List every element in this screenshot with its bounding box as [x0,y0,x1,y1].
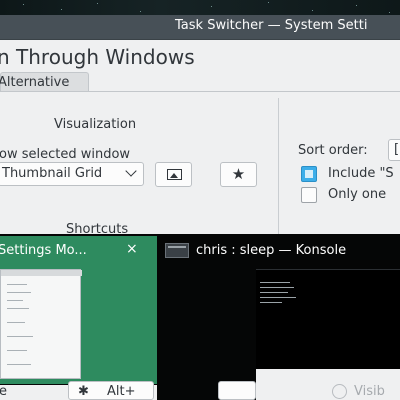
window-title: Task Switcher — System Setti [175,18,368,33]
get-new-layouts-button[interactable]: ★ [220,162,257,187]
desktop-background [0,0,400,15]
shortcut-label-fragment: e [0,384,7,399]
window-thumbnail [0,269,82,379]
sort-order-combobox[interactable]: [ [388,139,400,161]
titlebar-divider [0,39,400,40]
clear-shortcut-button[interactable] [218,381,256,400]
visualization-heading: Visualization [54,117,137,132]
layout-value: Thumbnail Grid [2,166,103,181]
image-icon [167,169,182,180]
star-icon: ★ [231,165,246,183]
visible-label-fragment: Visib [354,384,385,399]
switcher-item-title[interactable]: chris : sleep — Konsole [196,243,346,258]
switcher-item-title: Settings Mo... [0,243,87,258]
page-title: n Through Windows [0,45,195,69]
shortcut-value: Alt+ [107,384,136,399]
tab-label: Alternative [0,75,70,90]
tab-bar-divider [0,91,400,92]
include-checkbox-label: Include "S [328,166,394,181]
visible-radio[interactable] [332,384,347,399]
only-one-checkbox-label: Only one [328,187,387,202]
chevron-down-icon [125,165,137,177]
sort-order-label: Sort order: [298,143,368,158]
shortcut-button[interactable]: ✱ Alt+ [68,381,154,400]
tab-alternative[interactable]: Alternative [0,72,89,92]
gear-icon: ✱ [78,384,89,399]
sort-order-value: [ [394,142,400,157]
window-titlebar[interactable]: Task Switcher — System Setti [0,15,400,39]
layout-combobox[interactable]: Thumbnail Grid [0,162,144,186]
show-selected-window-label[interactable]: ow selected window [0,147,130,162]
only-one-checkbox[interactable] [301,187,317,203]
close-icon[interactable]: × [126,241,138,257]
include-checkbox[interactable] [301,166,317,182]
konsole-icon [165,243,189,258]
window-thumbnail [256,269,400,369]
preview-layout-button[interactable] [155,162,192,187]
